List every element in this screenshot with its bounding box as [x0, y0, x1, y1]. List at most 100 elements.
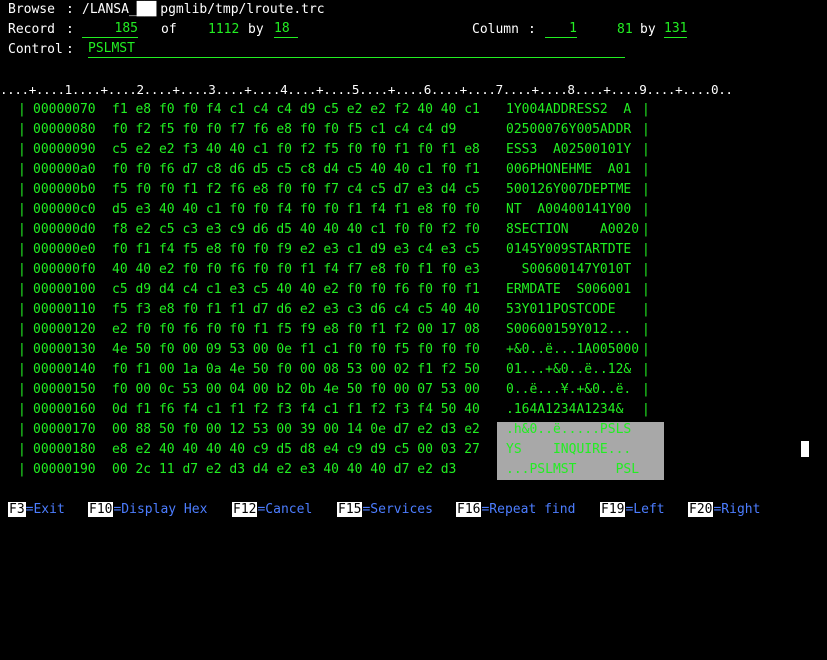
table-row: | 000000c0 d5 e3 40 40 c1 f0 f0 f4 f0 f0 f… — [0, 200, 827, 220]
row-left-border: | — [18, 422, 26, 437]
row-left-border: | — [18, 122, 26, 137]
row-ebcdic-text: 53Y011POSTCODE — [506, 302, 616, 317]
table-row: | 00000120 e2 f0 f0 f6 f0 f0 f1 f5 f9 e8 f… — [0, 320, 827, 340]
fkey-display-hex[interactable]: F10=Display Hex — [88, 500, 207, 520]
row-left-border: | — [18, 382, 26, 397]
row-right-border: | — [642, 382, 650, 397]
fkey-exit-label: =Exit — [25, 502, 65, 517]
row-ebcdic-text: ESS3 A02500101Y — [506, 142, 632, 157]
row-address: 000000e0 — [33, 242, 96, 257]
row-right-border: | — [642, 122, 650, 137]
row-hex-bytes: f0 f1 00 1a 0a 4e 50 f0 00 08 53 00 02 f… — [112, 362, 480, 377]
fkey-services[interactable]: F15=Services — [337, 500, 433, 520]
row-left-border: | — [18, 402, 26, 417]
row-left-border: | — [18, 142, 26, 157]
row-right-border: | — [642, 202, 650, 217]
row-left-border: | — [18, 282, 26, 297]
table-row: | 00000090 c5 e2 e2 f3 40 40 c1 f0 f2 f5 f… — [0, 140, 827, 160]
row-left-border: | — [18, 102, 26, 117]
fkey-repeat-find-key: F16 — [456, 502, 482, 517]
row-address: 000000a0 — [33, 162, 96, 177]
row-hex-bytes: f1 e8 f0 f0 f4 c1 c4 c4 d9 c5 e2 e2 f2 4… — [112, 102, 480, 117]
row-right-border: | — [642, 262, 650, 277]
row-hex-bytes: e8 e2 40 40 40 40 c9 d5 d8 e4 c9 d9 c5 0… — [112, 442, 480, 457]
row-address: 00000190 — [33, 462, 96, 477]
row-right-border: | — [642, 402, 650, 417]
row-hex-bytes: f5 f0 f0 f1 f2 f6 e8 f0 f0 f7 c4 c5 d7 e… — [112, 182, 480, 197]
row-hex-bytes: c5 d9 d4 c4 c1 e3 c5 40 40 e2 f0 f0 f6 f… — [112, 282, 480, 297]
function-key-bar: F3=Exit F10=Display Hex F12=Cancel F15=S… — [8, 500, 760, 520]
row-ebcdic-text: 02500076Y005ADDR — [506, 122, 632, 137]
row-address: 00000080 — [33, 122, 96, 137]
row-ebcdic-text: .164A1234A1234& — [506, 402, 624, 417]
row-hex-bytes: c5 e2 e2 f3 40 40 c1 f0 f2 f5 f0 f0 f1 f… — [112, 142, 480, 157]
row-right-border: | — [642, 302, 650, 317]
row-left-border: | — [18, 162, 26, 177]
row-hex-bytes: f8 e2 c5 c3 e3 c9 d6 d5 40 40 40 c1 f0 f… — [112, 222, 480, 237]
row-left-border: | — [18, 302, 26, 317]
column-input[interactable]: 1 — [545, 20, 577, 38]
table-row: | 00000160 0d f1 f6 f4 c1 f1 f2 f3 f4 c1 f… — [0, 400, 827, 420]
row-address: 000000f0 — [33, 262, 96, 277]
table-row: | 00000180 e8 e2 40 40 40 40 c9 d5 d8 e4 c… — [0, 440, 827, 460]
table-row: | 000000a0 f0 f0 f6 d7 c8 d6 d5 c5 c8 d4 c… — [0, 160, 827, 180]
row-ebcdic-text: ERMDATE S006001 — [506, 282, 632, 297]
fkey-cancel[interactable]: F12=Cancel — [232, 500, 312, 520]
row-hex-bytes: f0 f1 f4 f5 e8 f0 f0 f9 e2 e3 c1 d9 e3 c… — [112, 242, 480, 257]
row-address: 00000180 — [33, 442, 96, 457]
row-hex-bytes: f5 f3 e8 f0 f1 f1 d7 d6 e2 e3 c3 d6 c4 c… — [112, 302, 480, 317]
row-right-border: | — [642, 142, 650, 157]
control-input[interactable]: PSLMST — [88, 40, 625, 58]
table-row: | 000000b0 f5 f0 f0 f1 f2 f6 e8 f0 f0 f7 c… — [0, 180, 827, 200]
row-hex-bytes: 40 40 e2 f0 f0 f6 f0 f0 f1 f4 f7 e8 f0 f… — [112, 262, 480, 277]
fkey-left-key: F19 — [600, 502, 626, 517]
row-right-border: | — [642, 102, 650, 117]
selected-row-text: ...PSLMST PSL — [506, 462, 640, 477]
row-ebcdic-text: 01...+&0..ë..12& — [506, 362, 632, 377]
table-row: | 000000d0 f8 e2 c5 c3 e3 c9 d6 d5 40 40 4… — [0, 220, 827, 240]
row-address: 00000130 — [33, 342, 96, 357]
row-address: 00000160 — [33, 402, 96, 417]
row-left-border: | — [18, 202, 26, 217]
fkey-display-hex-label: =Display Hex — [113, 502, 208, 517]
column-colon: : — [528, 22, 536, 37]
column-range: 81 — [617, 22, 633, 37]
fkey-exit-key: F3 — [8, 502, 26, 517]
record-input[interactable]: 185 — [82, 20, 138, 38]
row-right-border: | — [642, 362, 650, 377]
row-hex-bytes: f0 00 0c 53 00 04 00 b2 0b 4e 50 f0 00 0… — [112, 382, 480, 397]
row-address: 00000110 — [33, 302, 96, 317]
record-by-label: by — [248, 22, 264, 37]
fkey-left[interactable]: F19=Left — [600, 500, 665, 520]
file-path: /LANSA_██▌pgmlib/tmp/lroute.trc — [82, 2, 325, 17]
row-right-border: | — [642, 342, 650, 357]
table-row: | 00000190 00 2c 11 d7 e2 d3 d4 e2 e3 40 4… — [0, 460, 827, 480]
table-row: | 00000080 f0 f2 f5 f0 f0 f7 f6 e8 f0 f0 f… — [0, 120, 827, 140]
table-row: | 00000070 f1 e8 f0 f0 f4 c1 c4 c4 d9 c5 e… — [0, 100, 827, 120]
table-row: | 00000130 4e 50 f0 00 09 53 00 0e f1 c1 f… — [0, 340, 827, 360]
fkey-display-hex-key: F10 — [88, 502, 114, 517]
row-right-border: | — [642, 282, 650, 297]
row-address: 00000070 — [33, 102, 96, 117]
browse-label: Browse — [8, 2, 55, 17]
column-label: Column — [472, 22, 519, 37]
row-left-border: | — [18, 242, 26, 257]
text-cursor — [801, 441, 809, 457]
row-left-border: | — [18, 182, 26, 197]
row-hex-bytes: 0d f1 f6 f4 c1 f1 f2 f3 f4 c1 f1 f2 f3 f… — [112, 402, 480, 417]
row-ebcdic-text: NT A00400141Y00 — [506, 202, 632, 217]
row-address: 00000120 — [33, 322, 96, 337]
selected-row-text: .h&0..ë.....PSLS — [506, 422, 632, 437]
row-left-border: | — [18, 262, 26, 277]
fkey-right[interactable]: F20=Right — [688, 500, 760, 520]
column-ruler: ....+....1....+....2....+....3....+....4… — [0, 82, 733, 97]
fkey-repeat-find[interactable]: F16=Repeat find — [456, 500, 575, 520]
total-records: 1112 — [208, 22, 240, 37]
row-hex-bytes: f0 f0 f6 d7 c8 d6 d5 c5 c8 d4 c5 40 40 c… — [112, 162, 480, 177]
browse-colon: : — [66, 2, 74, 17]
row-ebcdic-text: +&0..ë...1A005000 — [506, 342, 640, 357]
fkey-exit[interactable]: F3=Exit — [8, 500, 65, 520]
row-left-border: | — [18, 342, 26, 357]
record-width-input[interactable]: 18 — [274, 20, 298, 38]
fkey-services-label: =Services — [362, 502, 433, 517]
